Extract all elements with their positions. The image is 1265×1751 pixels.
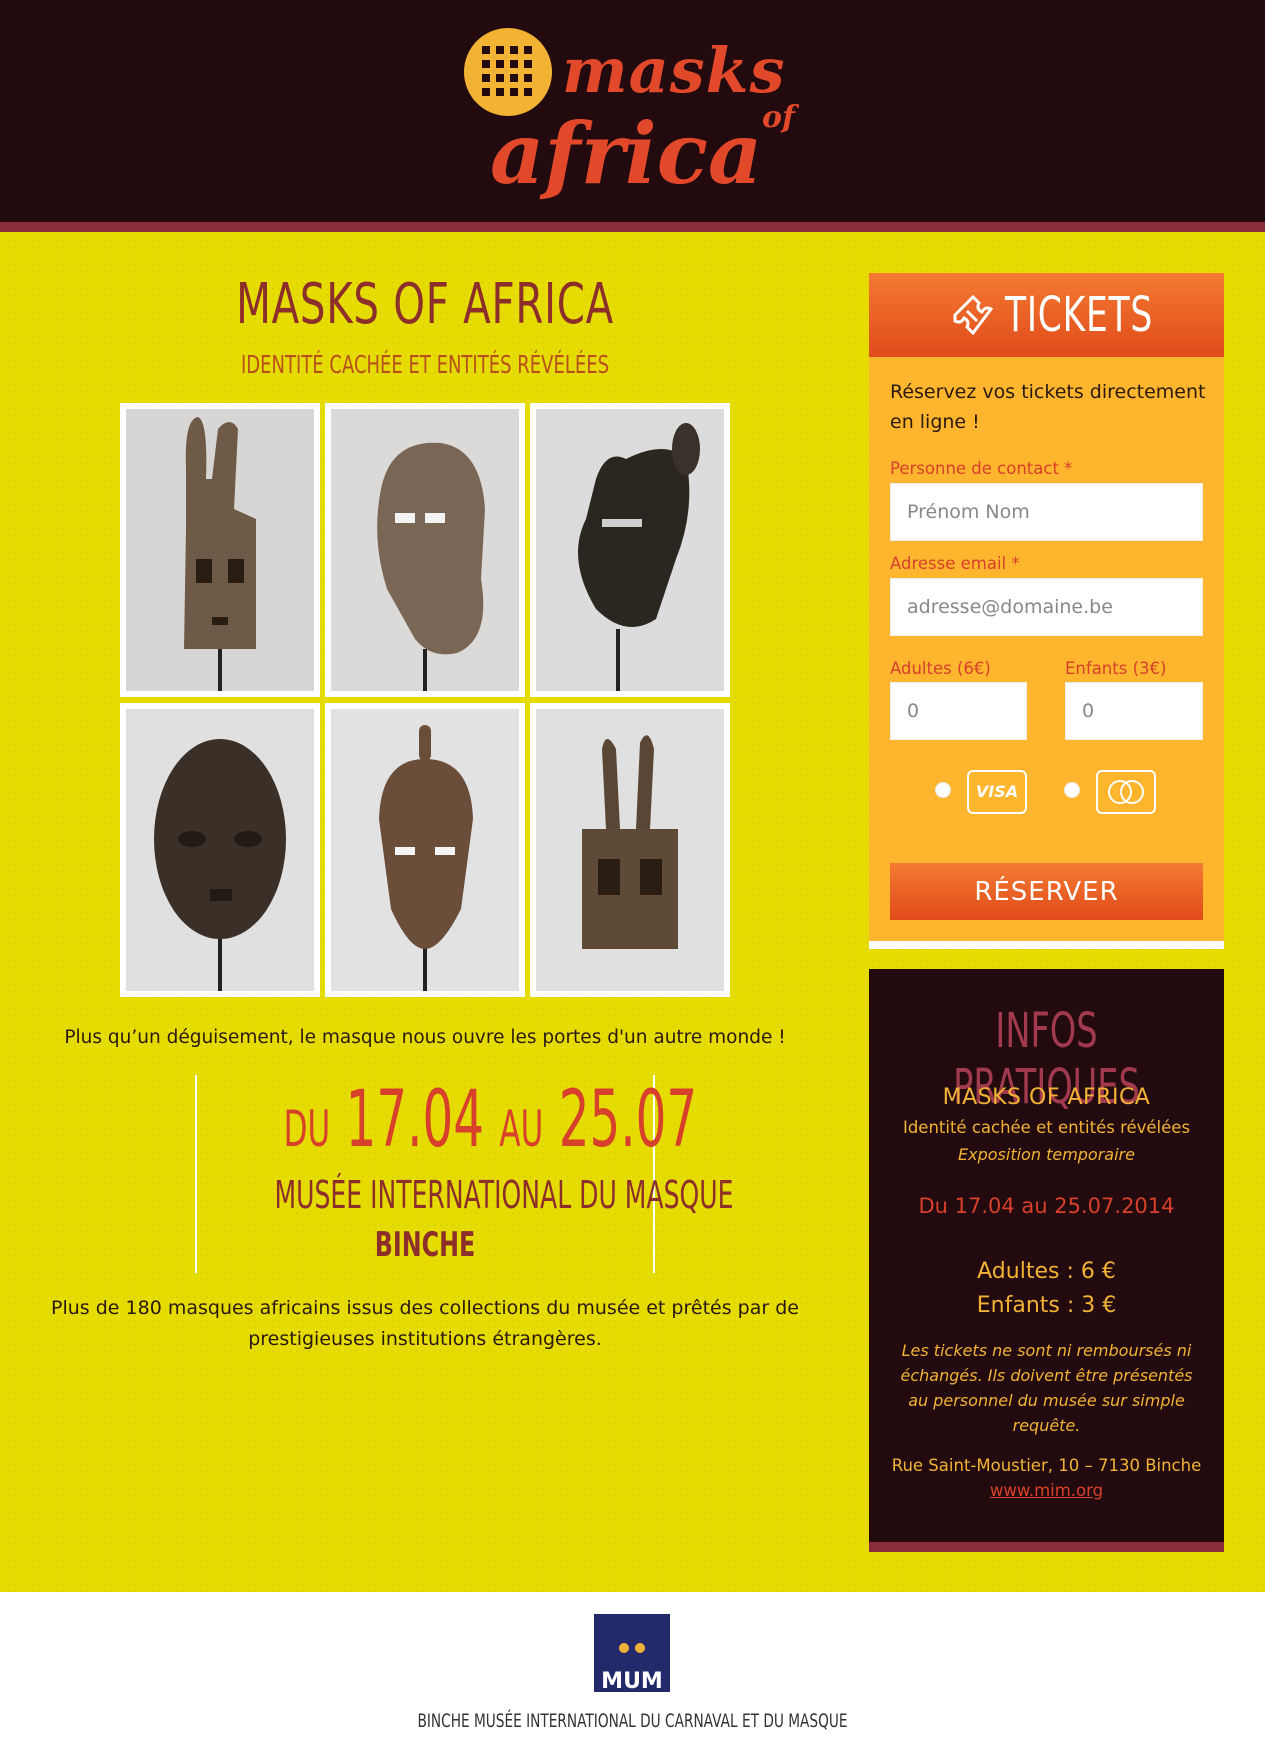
mastercard-radio[interactable]	[1064, 782, 1080, 798]
infos-address: Rue Saint-Moustier, 10 – 7130 Binche	[891, 1456, 1202, 1475]
footer-text: BINCHE MUSÉE INTERNATIONAL DU CARNAVAL E…	[417, 1710, 848, 1732]
date-prefix: DU	[283, 1100, 331, 1158]
logo-word-masks: masks	[562, 34, 786, 107]
email-label: Adresse email *	[890, 554, 1020, 573]
infos-exhibition-type: Exposition temporaire	[958, 1145, 1135, 1164]
mask-gallery	[120, 403, 730, 997]
mask-photo	[536, 409, 724, 691]
exhibition-dates: DU 17.04 AU 25.07	[283, 1075, 698, 1174]
ticket-icon	[953, 294, 994, 336]
children-label: Enfants (3€)	[1065, 659, 1167, 678]
masks-of-africa-logo[interactable]: masks of africa	[460, 20, 820, 210]
tickets-title: TICKETS	[1005, 287, 1154, 343]
children-quantity-input[interactable]	[1065, 682, 1203, 740]
site-header: masks of africa	[0, 0, 1265, 222]
mum-logo-icon: MUM	[601, 1643, 663, 1694]
museum-city: BINCHE	[374, 1225, 476, 1265]
tickets-panel: TICKETS Réservez vos tickets directement…	[869, 273, 1224, 949]
logo-word-africa: africa	[490, 104, 763, 203]
visa-card-icon: VISA	[967, 770, 1027, 814]
logo-word-of: of	[762, 100, 795, 135]
mastercard-icon	[1096, 770, 1156, 814]
mask-thumbnail[interactable]	[530, 703, 730, 997]
contact-label: Personne de contact *	[890, 459, 1073, 478]
reserve-button[interactable]: RÉSERVER	[890, 863, 1203, 920]
page-subtitle: IDENTITÉ CACHÉE ET ENTITÉS RÉVÉLÉES	[240, 350, 610, 379]
tickets-intro: Réservez vos tickets directement en lign…	[890, 381, 1206, 433]
infos-exhibition-name: MASKS OF AFRICA	[942, 1085, 1151, 1110]
mask-photo	[536, 709, 724, 991]
museum-website-link[interactable]: www.mim.org	[869, 1481, 1224, 1500]
date-mid: AU	[499, 1100, 544, 1158]
museum-name: MUSÉE INTERNATIONAL DU MASQUE	[274, 1173, 734, 1217]
infos-ticket-note: Les tickets ne sont ni remboursés ni éch…	[900, 1341, 1193, 1435]
visa-radio[interactable]	[935, 782, 951, 798]
practical-info-panel: INFOS PRATIQUES MASKS OF AFRICA Identité…	[869, 969, 1224, 1552]
contact-name-input[interactable]	[890, 483, 1203, 541]
mask-photo	[126, 709, 314, 991]
mum-logo[interactable]: MUM	[594, 1614, 670, 1694]
tickets-header: TICKETS	[869, 273, 1224, 357]
exhibition-description: Plus de 180 masques africains issus des …	[51, 1297, 799, 1350]
date-start: 17.04	[345, 1075, 485, 1165]
mask-thumbnail[interactable]	[120, 403, 320, 697]
page-title: MASKS OF AFRICA	[236, 272, 614, 337]
adults-label: Adultes (6€)	[890, 659, 991, 678]
email-input[interactable]	[890, 578, 1203, 636]
infos-exhibition-subtitle: Identité cachée et entités révélées	[902, 1118, 1191, 1137]
mask-thumbnail[interactable]	[325, 403, 525, 697]
mask-thumbnail[interactable]	[120, 703, 320, 997]
adults-quantity-input[interactable]	[890, 682, 1027, 740]
date-end: 25.07	[558, 1075, 698, 1165]
tagline: Plus qu’un déguisement, le masque nous o…	[64, 1027, 786, 1048]
mask-thumbnail[interactable]	[325, 703, 525, 997]
site-footer: MUM BINCHE MUSÉE INTERNATIONAL DU CARNAV…	[0, 1592, 1265, 1751]
header-divider	[0, 222, 1265, 232]
mask-photo	[331, 709, 519, 991]
infos-children-price: Enfants : 3 €	[976, 1293, 1117, 1318]
exhibition-dates-box: DU 17.04 AU 25.07 MUSÉE INTERNATIONAL DU…	[195, 1075, 734, 1273]
mask-photo	[331, 409, 519, 691]
infos-dates: Du 17.04 au 25.07.2014	[918, 1194, 1175, 1218]
mask-photo	[126, 409, 314, 691]
infos-adult-price: Adultes : 6 €	[977, 1259, 1116, 1284]
mask-thumbnail[interactable]	[530, 403, 730, 697]
svg-text:MUM: MUM	[601, 1669, 663, 1692]
